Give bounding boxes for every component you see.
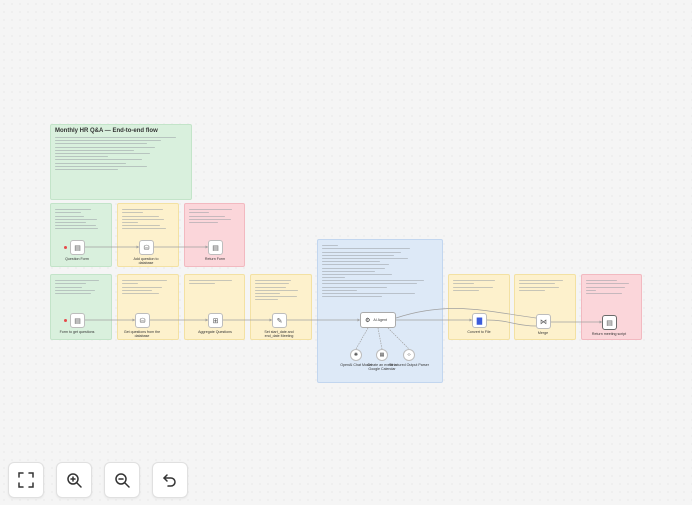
edge-agent-parser: [387, 327, 410, 350]
trigger-indicator: [64, 245, 67, 249]
edge-agent-model: [355, 327, 369, 350]
edge-convert-merge: [486, 319, 537, 327]
form-get-questions-label: Form to get questions: [59, 330, 95, 334]
set-dates-label: Set start_date and end_date Meeting: [264, 330, 294, 339]
return-form-label: Return Form: [204, 257, 226, 261]
output-parser-label: Structured Output Parser: [389, 363, 429, 367]
add-question-label: Add question to database: [133, 257, 159, 266]
output-parser-node[interactable]: ‹›: [403, 349, 415, 361]
calendar-node[interactable]: ▦: [376, 349, 388, 361]
openai-chat-node[interactable]: ✺: [350, 349, 362, 361]
database-icon: ⛁: [139, 317, 146, 325]
undo-icon: [163, 474, 176, 487]
merge-label: Merge: [537, 331, 549, 335]
fit-view-button[interactable]: [8, 462, 44, 498]
robot-icon: ⚙: [365, 317, 371, 324]
edge-agent-tool: [377, 327, 383, 350]
form-icon: ▤: [606, 319, 613, 327]
zoom-out-button[interactable]: [104, 462, 140, 498]
workflow-canvas[interactable]: Monthly HR Q&A — End-to-end flow ▤ Quest…: [0, 0, 692, 505]
calendar-icon: ▦: [379, 352, 385, 358]
aggregate-icon: ⊞: [212, 317, 219, 325]
aggregate-label: Aggregate Questions: [198, 330, 232, 334]
aggregate-node[interactable]: ⊞: [208, 313, 223, 328]
add-question-node[interactable]: ⛁: [139, 240, 154, 255]
merge-icon: ⋈: [540, 318, 547, 326]
return-meeting-node[interactable]: ▤: [602, 315, 617, 330]
return-form-node[interactable]: ▤: [208, 240, 223, 255]
database-icon: ⛁: [143, 244, 150, 252]
edge-agent-merge: [395, 308, 537, 319]
ai-agent-label: AI Agent: [373, 318, 387, 322]
trigger-indicator: [64, 318, 67, 322]
convert-file-label: Convert to File: [467, 330, 491, 334]
form-icon: ▤: [74, 244, 81, 252]
connections-layer: [85, 245, 602, 350]
pencil-icon: ✎: [276, 317, 283, 325]
zoom-out-icon: [115, 473, 130, 488]
zoom-in-icon: [67, 473, 82, 488]
return-meeting-label: Return meeting script: [591, 332, 627, 336]
question-form-label: Question Form: [65, 257, 89, 261]
form-get-questions-node[interactable]: ▤: [70, 313, 85, 328]
question-form-node[interactable]: ▤: [70, 240, 85, 255]
undo-button[interactable]: [152, 462, 188, 498]
form-icon: ▤: [74, 317, 81, 325]
set-dates-node[interactable]: ✎: [272, 313, 287, 328]
code-icon: ‹›: [407, 352, 411, 358]
ai-agent-node[interactable]: ⚙ AI Agent: [360, 312, 396, 328]
form-icon: ▤: [212, 244, 219, 252]
fullscreen-icon: [18, 472, 34, 488]
zoom-in-button[interactable]: [56, 462, 92, 498]
openai-icon: ✺: [353, 352, 359, 358]
get-questions-node[interactable]: ⛁: [135, 313, 150, 328]
convert-file-node[interactable]: ▇: [472, 313, 487, 328]
file-icon: ▇: [476, 317, 483, 325]
get-questions-label: Get questions from the database: [123, 330, 161, 339]
merge-node[interactable]: ⋈: [536, 314, 551, 329]
